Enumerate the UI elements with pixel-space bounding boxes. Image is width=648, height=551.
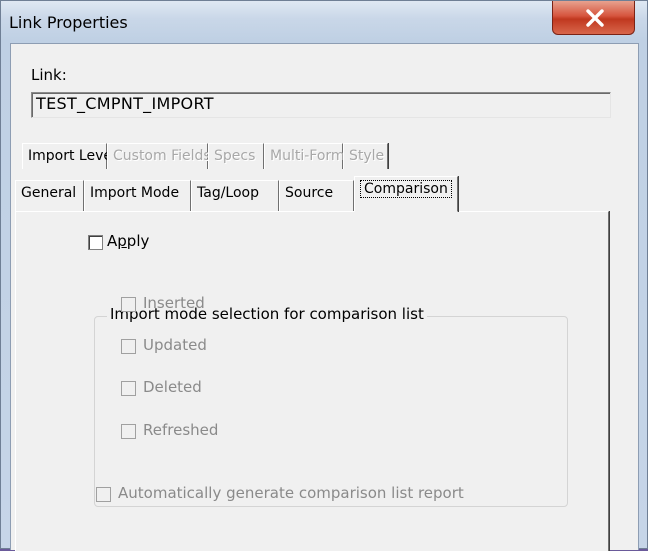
link-properties-dialog: Link Properties Link: TEST_CMPNT_IMPORT … xyxy=(0,0,648,551)
tab-tag-loop[interactable]: Tag/Loop xyxy=(191,180,279,211)
link-label: Link: xyxy=(31,66,67,84)
updated-checkbox[interactable] xyxy=(121,339,136,354)
tab-specs[interactable]: Specs xyxy=(208,143,264,169)
deleted-label[interactable]: Deleted xyxy=(143,378,202,396)
inserted-checkbox[interactable] xyxy=(121,297,136,312)
tab-comparison-label: Comparison xyxy=(360,180,452,198)
auto-report-label[interactable]: Automatically generate comparison list r… xyxy=(118,484,464,502)
deleted-checkbox[interactable] xyxy=(121,381,136,396)
window-title: Link Properties xyxy=(9,13,128,32)
link-name-field[interactable]: TEST_CMPNT_IMPORT xyxy=(31,92,611,118)
apply-label[interactable]: Apply xyxy=(107,232,149,250)
tab-import-level[interactable]: Import Level xyxy=(22,143,116,169)
tab-import-mode[interactable]: Import Mode xyxy=(84,180,191,211)
updated-label[interactable]: Updated xyxy=(143,336,207,354)
tab-general[interactable]: General xyxy=(15,180,84,211)
tab-source[interactable]: Source xyxy=(279,180,354,211)
refreshed-checkbox[interactable] xyxy=(121,424,136,439)
tab-custom-fields[interactable]: Custom Fields xyxy=(107,143,211,169)
tab-comparison[interactable]: Comparison xyxy=(354,176,458,212)
title-bar[interactable]: Link Properties xyxy=(1,1,647,43)
inserted-label[interactable]: Inserted xyxy=(143,294,205,312)
close-button[interactable] xyxy=(552,1,635,35)
close-icon xyxy=(586,9,604,27)
auto-report-checkbox[interactable] xyxy=(96,487,111,502)
tab-multi-form[interactable]: Multi-Form xyxy=(264,143,345,169)
tab-style[interactable]: Style xyxy=(343,143,388,169)
apply-checkbox[interactable] xyxy=(88,235,103,250)
refreshed-label[interactable]: Refreshed xyxy=(143,421,218,439)
dialog-body: Link: TEST_CMPNT_IMPORT Import Level Cus… xyxy=(10,43,639,551)
